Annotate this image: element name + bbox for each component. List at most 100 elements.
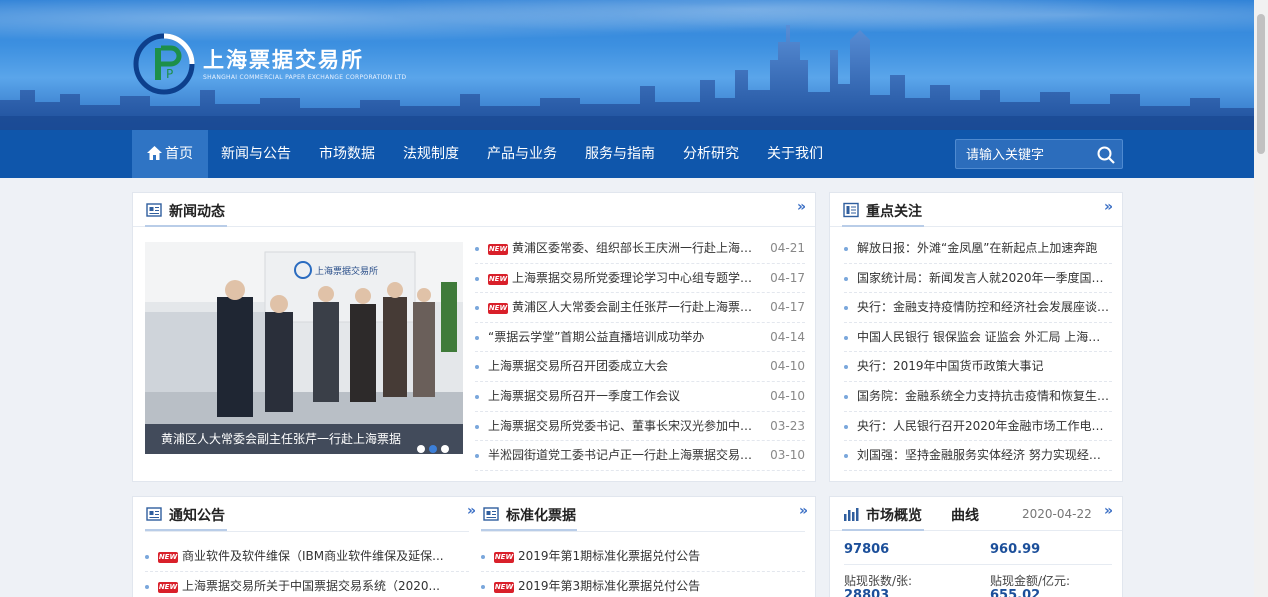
carousel-dot[interactable] <box>417 445 425 453</box>
news-more-link[interactable]: » <box>797 199 806 215</box>
newspaper-icon <box>483 507 499 521</box>
nav-market-data[interactable]: 市场数据 <box>304 130 390 178</box>
focus-list: 解放日报：外滩“金凤凰”在新起点上加速奔跑 国家统计局：新闻发言人就2020年一季… <box>844 234 1112 471</box>
title-underline <box>842 225 924 227</box>
focus-panel: 重点关注 » 解放日报：外滩“金凤凰”在新起点上加速奔跑 国家统计局：新闻发言人就… <box>829 192 1123 482</box>
list-item-title: 上海票据交易所召开一季度工作会议 <box>488 382 759 412</box>
list-item[interactable]: NEW 2019年第3期标准化票据兑付公告 <box>481 572 805 597</box>
focus-more-link[interactable]: » <box>1104 199 1113 215</box>
stat-divider <box>844 564 1112 565</box>
list-item[interactable]: NEW 2019年第1期标准化票据兑付公告 <box>481 542 805 572</box>
list-item[interactable]: NEW 上海票据交易所党委理论学习中心组专题学习中... 04-17 <box>475 264 805 294</box>
list-item-text: 刘国强：坚持金融服务实体经济 努力实现经济... <box>857 448 1112 463</box>
list-item[interactable]: 国家统计局：新闻发言人就2020年一季度国民... <box>844 264 1112 294</box>
page-scrollbar[interactable] <box>1254 0 1268 597</box>
new-badge: NEW <box>494 552 514 563</box>
stat-value-4: 655.02 <box>990 588 1041 597</box>
list-item-text: 中国人民银行 银保监会 证监会 外汇局 上海市政... <box>857 329 1112 344</box>
market-tab-overview[interactable]: 市场概览 <box>866 505 922 525</box>
nav-products[interactable]: 产品与业务 <box>472 130 572 178</box>
news-photo-carousel[interactable]: 上海票据交易所 黄浦区人大常委会副主任张芹一行赴上海票据 <box>145 242 463 454</box>
notice-more-link[interactable]: » <box>467 503 476 519</box>
standard-panel: 标准化票据 » NEW 2019年第1期标准化票据兑付公告 NEW 2019年第3期标… <box>481 497 817 597</box>
list-item-title: NEW 黄浦区委常委、组织部长王庆洲一行赴上海票据... <box>488 234 759 264</box>
list-item-text: “票据云学堂”首期公益直播培训成功举办 <box>488 329 705 344</box>
notice-panel-title: 通知公告 <box>169 508 225 524</box>
list-item-date: 04-17 <box>770 270 805 285</box>
list-item-title: 上海票据交易所召开团委成立大会 <box>488 352 759 382</box>
list-item[interactable]: NEW 黄浦区人大常委会副主任张芹一行赴上海票据交... 04-17 <box>475 293 805 323</box>
bar-chart-icon <box>844 508 859 521</box>
carousel-dots <box>413 434 449 454</box>
list-item-text: 半淞园街道党工委书记卢正一行赴上海票据交易所走访 <box>488 448 759 463</box>
list-item[interactable]: NEW 商业软件及软件维保（IBM商业软件维保及延保... <box>145 542 469 572</box>
list-item-title: 国家统计局：新闻发言人就2020年一季度国民... <box>857 264 1112 294</box>
list-item-title: 国务院：金融系统全力支持抗击疫情和恢复生产... <box>857 382 1112 412</box>
list-item[interactable]: 半淞园街道党工委书记卢正一行赴上海票据交易所走访 03-10 <box>475 441 805 471</box>
list-item-text: 国家统计局：新闻发言人就2020年一季度国民... <box>857 270 1112 285</box>
stat-label-2: 贴现金额/亿元: <box>990 574 1071 588</box>
list-item-title: NEW 上海票据交易所党委理论学习中心组专题学习中... <box>488 264 759 294</box>
focus-panel-title: 重点关注 <box>866 204 922 220</box>
news-list: NEW 黄浦区委常委、组织部长王庆洲一行赴上海票据... 04-21 NEW 上海票据交… <box>475 234 805 471</box>
new-badge: NEW <box>158 552 178 563</box>
list-item[interactable]: 刘国强：坚持金融服务实体经济 努力实现经济... <box>844 441 1112 471</box>
carousel-dot[interactable] <box>429 445 437 453</box>
list-item[interactable]: 央行：人民银行召开2020年金融市场工作电视... <box>844 412 1112 442</box>
list-item-text: 上海票据交易所关于中国票据交易系统（2020... <box>182 578 440 593</box>
list-item-title: 半淞园街道党工委书记卢正一行赴上海票据交易所走访 <box>488 441 759 471</box>
list-item-text: 上海票据交易所召开一季度工作会议 <box>488 388 681 403</box>
list-item[interactable]: NEW 上海票据交易所关于中国票据交易系统（2020... <box>145 572 469 597</box>
list-item-title: NEW 商业软件及软件维保（IBM商业软件维保及延保... <box>158 542 469 572</box>
market-tab-curve[interactable]: 曲线 <box>951 505 979 525</box>
site-logo[interactable]: P 上海票据交易所 SHANGHAI COMMERCIAL PAPER EXCH… <box>133 33 406 95</box>
list-item-date: 04-10 <box>770 359 805 374</box>
nav-regulations[interactable]: 法规制度 <box>388 130 474 178</box>
logo-icon: P <box>133 33 195 95</box>
list-item[interactable]: 解放日报：外滩“金凤凰”在新起点上加速奔跑 <box>844 234 1112 264</box>
list-item-text: 解放日报：外滩“金凤凰”在新起点上加速奔跑 <box>857 241 1098 255</box>
nav-about[interactable]: 关于我们 <box>752 130 838 178</box>
list-item-title: 刘国强：坚持金融服务实体经济 努力实现经济... <box>857 441 1112 471</box>
carousel-dot[interactable] <box>441 445 449 453</box>
list-item-text: 央行：人民银行召开2020年金融市场工作电视... <box>857 418 1112 433</box>
list-item[interactable]: 上海票据交易所党委书记、董事长宋汉光参加中办国... 03-23 <box>475 412 805 442</box>
search-icon[interactable] <box>1096 145 1116 165</box>
site-name: 上海票据交易所 <box>203 47 364 72</box>
nav-home-label: 首页 <box>165 146 193 162</box>
list-item-text: 上海票据交易所召开团委成立大会 <box>488 359 669 374</box>
list-item[interactable]: 中国人民银行 银保监会 证监会 外汇局 上海市政... <box>844 323 1112 353</box>
title-underline <box>145 529 227 531</box>
photo-caption: 黄浦区人大常委会副主任张芹一行赴上海票据 <box>145 424 463 454</box>
nav-services[interactable]: 服务与指南 <box>570 130 670 178</box>
list-item-date: 04-21 <box>770 241 805 255</box>
search-input[interactable] <box>966 145 1096 165</box>
notice-panel: 通知公告 » NEW 商业软件及软件维保（IBM商业软件维保及延保... NEW 上海… <box>133 497 476 597</box>
list-item-date: 03-23 <box>770 418 805 433</box>
list-item[interactable]: NEW 黄浦区委常委、组织部长王庆洲一行赴上海票据... 04-21 <box>475 234 805 264</box>
list-item[interactable]: “票据云学堂”首期公益直播培训成功举办 04-14 <box>475 323 805 353</box>
list-item[interactable]: 国务院：金融系统全力支持抗击疫情和恢复生产... <box>844 382 1112 412</box>
scrollbar-thumb[interactable] <box>1257 14 1265 154</box>
nav-research[interactable]: 分析研究 <box>668 130 754 178</box>
stat-value-1: 97806 <box>844 542 890 557</box>
list-item[interactable]: 上海票据交易所召开一季度工作会议 04-10 <box>475 382 805 412</box>
list-item-title: NEW 2019年第1期标准化票据兑付公告 <box>494 542 805 572</box>
nav-home[interactable]: 首页 <box>132 130 208 178</box>
market-more-link[interactable]: » <box>1104 503 1113 519</box>
list-item[interactable]: 央行：金融支持疫情防控和经济社会发展座谈会... <box>844 293 1112 323</box>
home-icon <box>147 146 162 160</box>
standard-more-link[interactable]: » <box>799 503 808 519</box>
list-item-text: 上海票据交易所党委理论学习中心组专题学习中... <box>512 270 759 285</box>
list-item[interactable]: 上海票据交易所召开团委成立大会 04-10 <box>475 352 805 382</box>
market-date: 2020-04-22 <box>1022 507 1092 521</box>
site-name-en: SHANGHAI COMMERCIAL PAPER EXCHANGE CORPO… <box>203 73 407 81</box>
list-item-text: 国务院：金融系统全力支持抗击疫情和恢复生产... <box>857 388 1112 403</box>
nav-news[interactable]: 新闻与公告 <box>206 130 306 178</box>
list-item-date: 04-14 <box>770 329 805 344</box>
list-item-text: 2019年第3期标准化票据兑付公告 <box>518 578 701 593</box>
notice-section: 通知公告 » NEW 商业软件及软件维保（IBM商业软件维保及延保... NEW 上海… <box>132 496 816 597</box>
new-badge: NEW <box>488 273 508 285</box>
list-item-text: 商业软件及软件维保（IBM商业软件维保及延保... <box>182 549 444 563</box>
list-item[interactable]: 央行：2019年中国货币政策大事记 <box>844 352 1112 382</box>
